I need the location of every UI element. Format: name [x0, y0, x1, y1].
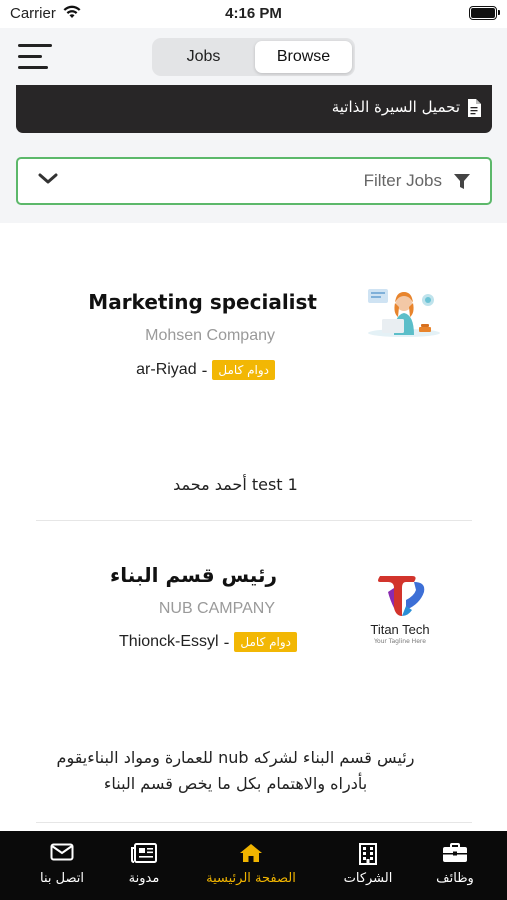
- tab-home[interactable]: الصفحة الرئيسية: [196, 831, 306, 900]
- newspaper-icon: [131, 843, 157, 863]
- upload-cv-button[interactable]: تحميل السيرة الذاتية: [16, 85, 492, 133]
- segment-browse[interactable]: Browse: [255, 41, 352, 73]
- tab-companies[interactable]: الشركات: [318, 831, 418, 900]
- separator: -: [223, 632, 230, 652]
- titan-tech-logo-text: Titan Tech: [370, 622, 430, 637]
- job-description: test 1 أحمد محمد: [173, 475, 298, 494]
- tab-label: وظائف: [436, 871, 474, 886]
- divider: [36, 520, 472, 521]
- building-icon: [359, 843, 377, 865]
- home-icon: [240, 844, 262, 862]
- tab-jobs[interactable]: وظائف: [405, 831, 505, 900]
- battery-icon: [469, 6, 500, 20]
- upload-cv-label: تحميل السيرة الذاتية: [331, 98, 460, 116]
- tab-blog[interactable]: مدونة: [94, 831, 194, 900]
- divider: [36, 822, 472, 823]
- tab-label: الصفحة الرئيسية: [206, 871, 296, 886]
- chevron-down-icon: [38, 173, 58, 184]
- hamburger-menu-icon[interactable]: [18, 44, 52, 70]
- document-icon: [468, 99, 481, 117]
- titan-tech-tagline: Your Tagline Here: [374, 638, 426, 645]
- filter-jobs-label: Filter Jobs: [363, 171, 442, 190]
- briefcase-icon: [443, 843, 467, 862]
- clock: 4:16 PM: [225, 5, 282, 22]
- filter-jobs-dropdown[interactable]: Filter Jobs: [16, 157, 492, 205]
- status-bar: Carrier 4:16 PM: [0, 0, 507, 28]
- job-meta: Thionck-Essyl - دوام كامل: [119, 632, 297, 652]
- job-location: ar-Riyad: [136, 361, 197, 378]
- segmented-control: Jobs Browse: [152, 38, 355, 76]
- job-type-badge: دوام كامل: [234, 632, 297, 652]
- tab-label: الشركات: [343, 871, 393, 886]
- job-title: رئيس قسم البناء: [110, 563, 277, 587]
- bottom-tab-bar: اتصل بنا مدونة الصفحة الرئيسية الشركات و…: [0, 831, 507, 900]
- job-company: Mohsen Company: [145, 327, 275, 344]
- mail-icon: [50, 843, 74, 861]
- customer-service-illustration-icon: [368, 289, 440, 337]
- titan-tech-logo: Titan Tech Your Tagline Here: [362, 570, 438, 646]
- tab-label: مدونة: [128, 871, 160, 886]
- job-title: Marketing specialist: [88, 290, 317, 314]
- job-type-badge: دوام كامل: [212, 360, 275, 380]
- job-description: رئيس قسم البناء لشركه nub للعمارة ومواد …: [56, 748, 415, 793]
- filter-icon: [454, 174, 470, 189]
- titan-tech-logo-icon: [378, 576, 425, 616]
- job-company: NUB CAMPANY: [158, 600, 275, 617]
- segment-jobs[interactable]: Jobs: [155, 41, 252, 73]
- job-location: Thionck-Essyl: [119, 633, 219, 650]
- job-meta: ar-Riyad - دوام كامل: [136, 360, 275, 380]
- separator: -: [201, 360, 208, 380]
